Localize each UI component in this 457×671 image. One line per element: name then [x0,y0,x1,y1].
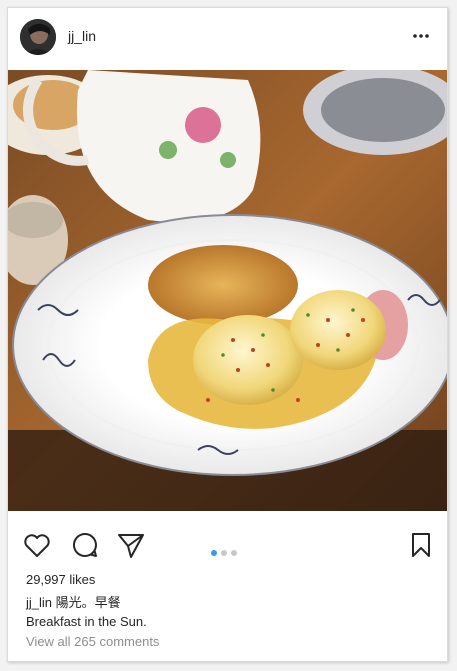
post-photo[interactable] [8,70,447,511]
more-horizontal-icon[interactable] [411,26,431,46]
view-all-comments-link[interactable]: View all 265 comments [26,634,159,649]
avatar[interactable] [20,19,56,55]
caption-username[interactable]: jj_lin [26,595,52,610]
caption-line-1: jj_lin 陽光。早餐 [26,593,147,612]
caption-text-2: Breakfast in the Sun. [26,614,147,629]
username[interactable]: jj_lin [68,28,96,44]
caption: jj_lin 陽光。早餐 Breakfast in the Sun. [26,593,147,631]
post-actions [8,518,447,568]
instagram-post-card: jj_lin 29,997 likes jj_lin 陽光。早餐 Breakfa… [7,7,448,662]
carousel-dot-active [211,550,217,556]
carousel-dot [221,550,227,556]
caption-text-1: 陽光。早餐 [55,595,121,610]
carousel-dot [231,550,237,556]
send-paper-plane-icon[interactable] [116,530,146,560]
carousel-indicator [211,543,241,556]
heart-icon[interactable] [22,530,52,560]
likes-count[interactable]: 29,997 likes [26,572,95,587]
post-header: jj_lin [8,8,447,70]
comment-bubble-icon[interactable] [70,530,100,560]
bookmark-icon[interactable] [406,530,436,560]
